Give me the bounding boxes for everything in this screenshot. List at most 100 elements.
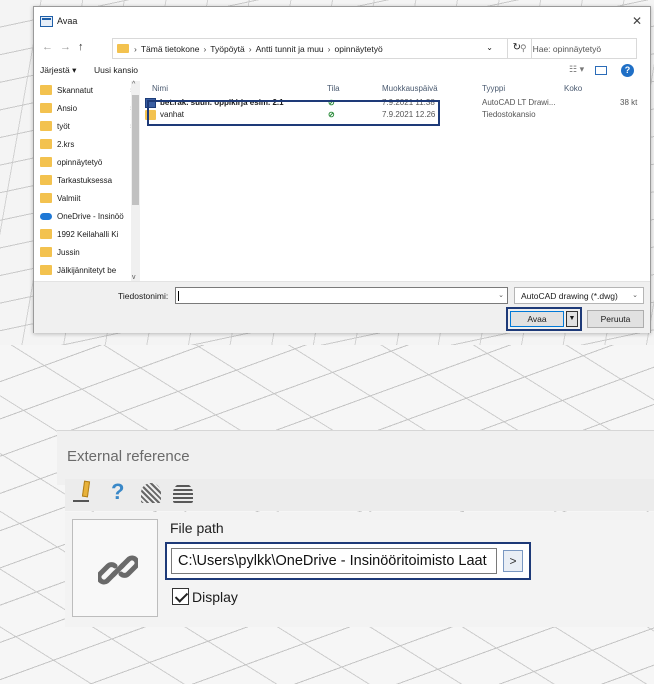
xref-details: File path C:\Users\pylkk\OneDrive - Insi… [65,512,654,627]
breadcrumb-separator: › [134,43,137,54]
filetype-value: AutoCAD drawing (*.dwg) [521,291,618,301]
help-icon[interactable]: ? [111,479,124,505]
chevron-down-icon[interactable]: ⌄ [498,291,504,299]
sidebar-item[interactable]: OneDrive - Insinöö [34,207,140,225]
dwg-file-icon [145,98,156,108]
sidebar-item-label: Tarkastuksessa [57,175,113,185]
file-type: Tiedostokansio [482,110,536,119]
chevron-down-icon[interactable]: ⌄ [486,43,493,52]
breadcrumb-item[interactable]: opinnäytetyö [335,44,383,54]
sidebar-item[interactable]: 2.krs [34,135,140,153]
close-icon[interactable]: ✕ [632,14,642,28]
sidebar-item[interactable]: opinnäytetyö [34,153,140,171]
address-bar[interactable]: › Tämä tietokone › Työpöytä › Antti tunn… [112,38,532,59]
file-name: bet.rak. suun. oppikirja esim. 2.1 [160,98,284,107]
file-list: Nimi Tila Muokkauspäivä Tyyppi Koko bet.… [142,81,648,281]
up-arrow-icon[interactable]: ↑ [78,41,84,53]
dialog-title: Avaa [57,16,78,26]
app-icon [40,15,53,27]
breadcrumb-item[interactable]: Tämä tietokone [141,44,200,54]
sidebar-item-label: 2.krs [57,139,75,149]
text-caret [178,291,179,301]
sidebar-item-label: opinnäytetyö [57,157,103,167]
xref-title: External reference [67,448,190,465]
view-options-icon[interactable]: ☷ ▾ [569,64,584,75]
search-placeholder: Hae: opinnäytetyö [532,43,602,54]
column-size[interactable]: Koko [564,84,582,93]
attach-dwg-icon[interactable] [73,480,95,505]
scroll-down-icon[interactable]: v [132,274,136,281]
sidebar-item-label: Valmiit [57,193,81,203]
sidebar-item[interactable]: Jälkijännitetyt be [34,261,140,279]
dialog-toolbar: Järjestä ▾ Uusi kansio ☷ ▾ ? [34,62,650,80]
sidebar-item[interactable]: Valmiit [34,189,140,207]
preview-pane-icon[interactable] [595,66,607,75]
sidebar-item[interactable]: Jussin [34,243,140,261]
new-folder-button[interactable]: Uusi kansio [94,65,138,75]
sidebar-item[interactable]: työt✶ [34,117,140,135]
folder-icon [40,103,52,113]
breadcrumb-item[interactable]: Antti tunnit ja muu [256,44,324,54]
cancel-button[interactable]: Peruuta [587,310,644,328]
file-modified: 7.9.2021 11.38 [382,98,435,107]
dialog-titlebar: Avaa ✕ [34,7,650,35]
folder-icon [40,85,52,95]
chevron-down-icon: ⌄ [632,292,638,299]
display-checkbox[interactable] [172,588,189,605]
column-type[interactable]: Tyyppi [482,84,505,93]
file-row[interactable]: bet.rak. suun. oppikirja esim. 2.1 ⊘ 7.9… [142,97,648,109]
sync-status-icon: ⊘ [328,98,335,107]
filetype-select[interactable]: AutoCAD drawing (*.dwg) ⌄ [514,287,644,304]
filename-input[interactable]: ⌄ [175,287,508,304]
forward-arrow-icon[interactable]: → [60,41,71,53]
hatch-pattern-icon[interactable] [141,483,163,505]
sync-status-icon: ⊘ [328,110,335,119]
scroll-up-icon[interactable]: ^ [132,81,135,88]
sidebar-item[interactable]: 1992 Keilahalli Ki [34,225,140,243]
hatch-edit-icon[interactable] [173,483,195,505]
display-option[interactable]: Display [172,588,238,605]
sidebar-item[interactable]: Skannatut✶ [34,81,140,99]
breadcrumb-separator: › [203,43,207,54]
column-name[interactable]: Nimi [152,84,168,93]
sidebar-item-label: Ansio [57,103,78,113]
folder-icon [40,139,52,149]
sidebar-item[interactable]: Ansio✶ [34,99,140,117]
filename-label: Tiedostonimi: [118,291,169,301]
open-options-dropdown[interactable]: ▼ [566,311,578,327]
breadcrumb-separator: › [327,43,331,54]
sidebar-item-label: OneDrive - Insinöö [57,211,124,221]
folder-icon [40,121,52,131]
column-modified[interactable]: Muokkauspäivä [382,84,438,93]
file-row[interactable]: vanhat ⊘ 7.9.2021 12.26 Tiedostokansio [142,109,648,121]
xref-toolbar: ? [65,479,654,511]
file-name: vanhat [160,110,185,119]
file-size: 38 kt [620,98,638,107]
column-headers: Nimi Tila Muokkauspäivä Tyyppi Koko [142,81,648,97]
column-status[interactable]: Tila [327,84,340,93]
sidebar-item-label: Jussin [57,247,80,257]
folder-icon [40,247,52,257]
xref-palette-header: External reference [57,430,654,485]
folder-icon [40,175,52,185]
sidebar-item[interactable]: Tarkastuksessa [34,171,140,189]
sidebar-item-label: 1992 Keilahalli Ki [57,229,119,239]
file-type: AutoCAD LT Drawi... [482,98,556,107]
open-button[interactable]: Avaa [510,311,564,327]
folder-icon [40,265,52,275]
link-preview-box [72,519,158,617]
file-path-highlight: C:\Users\pylkk\OneDrive - Insinööritoimi… [165,542,531,580]
organize-menu[interactable]: Järjestä ▾ [40,65,76,76]
browse-button[interactable]: > [503,550,523,572]
search-input[interactable]: ⚲ Hae: opinnäytetyö [507,38,637,59]
breadcrumb-separator: › [248,43,252,54]
open-button-highlight: Avaa ▼ [506,307,582,331]
display-label: Display [192,588,238,605]
file-path-input[interactable]: C:\Users\pylkk\OneDrive - Insinööritoimi… [171,548,497,574]
sidebar-item-label: työt [57,121,70,131]
scroll-thumb[interactable] [132,95,139,205]
navigation-scrollbar[interactable]: ^ v [131,81,140,281]
breadcrumb-item[interactable]: Työpöytä [210,44,245,54]
help-icon[interactable]: ? [621,64,634,77]
back-arrow-icon[interactable]: ← [42,41,53,53]
